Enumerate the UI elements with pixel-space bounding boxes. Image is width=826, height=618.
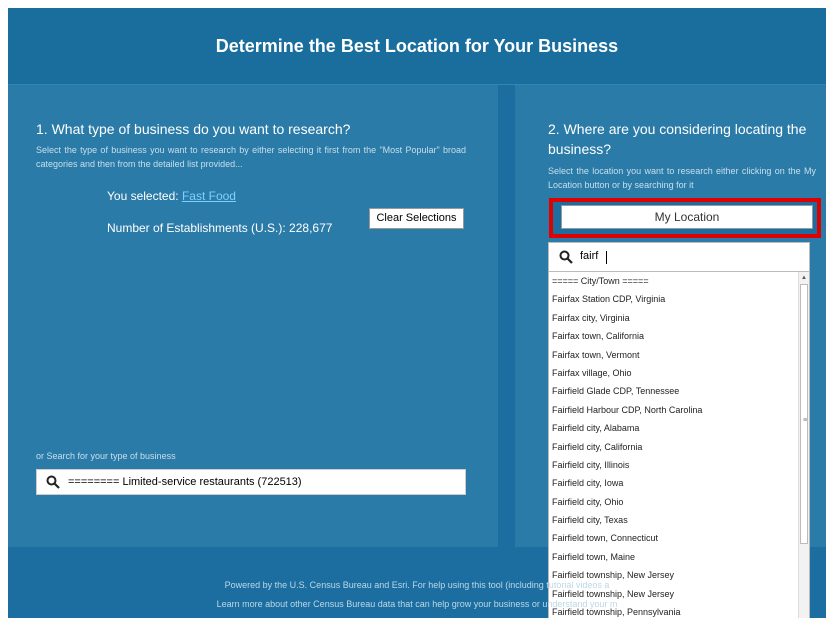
clear-selections-button[interactable]: Clear Selections (369, 208, 464, 229)
business-search-input[interactable]: ======== Limited-service restaurants (72… (36, 469, 466, 495)
suggestion-item[interactable]: Fairfield city, Iowa (549, 474, 809, 492)
location-search-input[interactable]: fairf (548, 242, 810, 272)
establishments-count: Number of Establishments (U.S.): 228,677 (107, 221, 333, 235)
suggestion-item[interactable]: Fairfield Harbour CDP, North Carolina (549, 401, 809, 419)
suggestion-item[interactable]: ===== City/Town ===== (549, 272, 809, 290)
scroll-up-arrow-icon[interactable]: ▲ (799, 274, 809, 282)
my-location-highlight: My Location (549, 198, 821, 238)
page-footer: Powered by the U.S. Census Bureau and Es… (8, 564, 826, 618)
business-search-value: ======== Limited-service restaurants (72… (68, 476, 302, 488)
suggestion-item[interactable]: Fairfield city, Illinois (549, 456, 809, 474)
grip-icon: ≡ (802, 417, 808, 424)
search-icon (46, 475, 60, 494)
suggestion-item[interactable]: Fairfield city, California (549, 438, 809, 456)
business-question: 1. What type of business do you want to … (36, 121, 351, 137)
my-location-button[interactable]: My Location (561, 205, 813, 229)
selected-prefix: You selected: (107, 189, 182, 203)
location-search-value: fairf (580, 250, 599, 262)
text-cursor (606, 251, 607, 264)
location-description: Select the location you want to research… (548, 166, 816, 190)
footer-line-2: Learn more about other Census Bureau dat… (216, 599, 618, 609)
business-description: Select the type of business you want to … (36, 145, 466, 169)
suggestion-item[interactable]: Fairfax town, California (549, 327, 809, 345)
suggestion-item[interactable]: Fairfield Glade CDP, Tennessee (549, 382, 809, 400)
search-business-label: or Search for your type of business (36, 451, 176, 461)
suggestion-item[interactable]: Fairfield town, Connecticut (549, 529, 809, 547)
page-title: Determine the Best Location for Your Bus… (215, 36, 619, 56)
page-header: Determine the Best Location for Your Bus… (8, 8, 826, 85)
suggestion-item[interactable]: Fairfield city, Alabama (549, 419, 809, 437)
location-question: 2. Where are you considering locating th… (548, 121, 807, 157)
app-container: Determine the Best Location for Your Bus… (8, 8, 826, 618)
search-icon (559, 250, 573, 269)
selected-line: You selected: Fast Food (107, 189, 236, 203)
suggestion-item[interactable]: Fairfax Station CDP, Virginia (549, 290, 809, 308)
suggestion-item[interactable]: Fairfax town, Vermont (549, 346, 809, 364)
business-type-panel: 1. What type of business do you want to … (8, 85, 498, 547)
suggestion-item[interactable]: Fairfield city, Texas (549, 511, 809, 529)
footer-line-1: Powered by the U.S. Census Bureau and Es… (224, 580, 610, 590)
selected-business-link[interactable]: Fast Food (182, 189, 236, 203)
suggestion-item[interactable]: Fairfield city, Ohio (549, 493, 809, 511)
suggestion-item[interactable]: Fairfax city, Virginia (549, 309, 809, 327)
suggestion-item[interactable]: Fairfax village, Ohio (549, 364, 809, 382)
scroll-thumb[interactable]: ≡ (800, 284, 808, 544)
